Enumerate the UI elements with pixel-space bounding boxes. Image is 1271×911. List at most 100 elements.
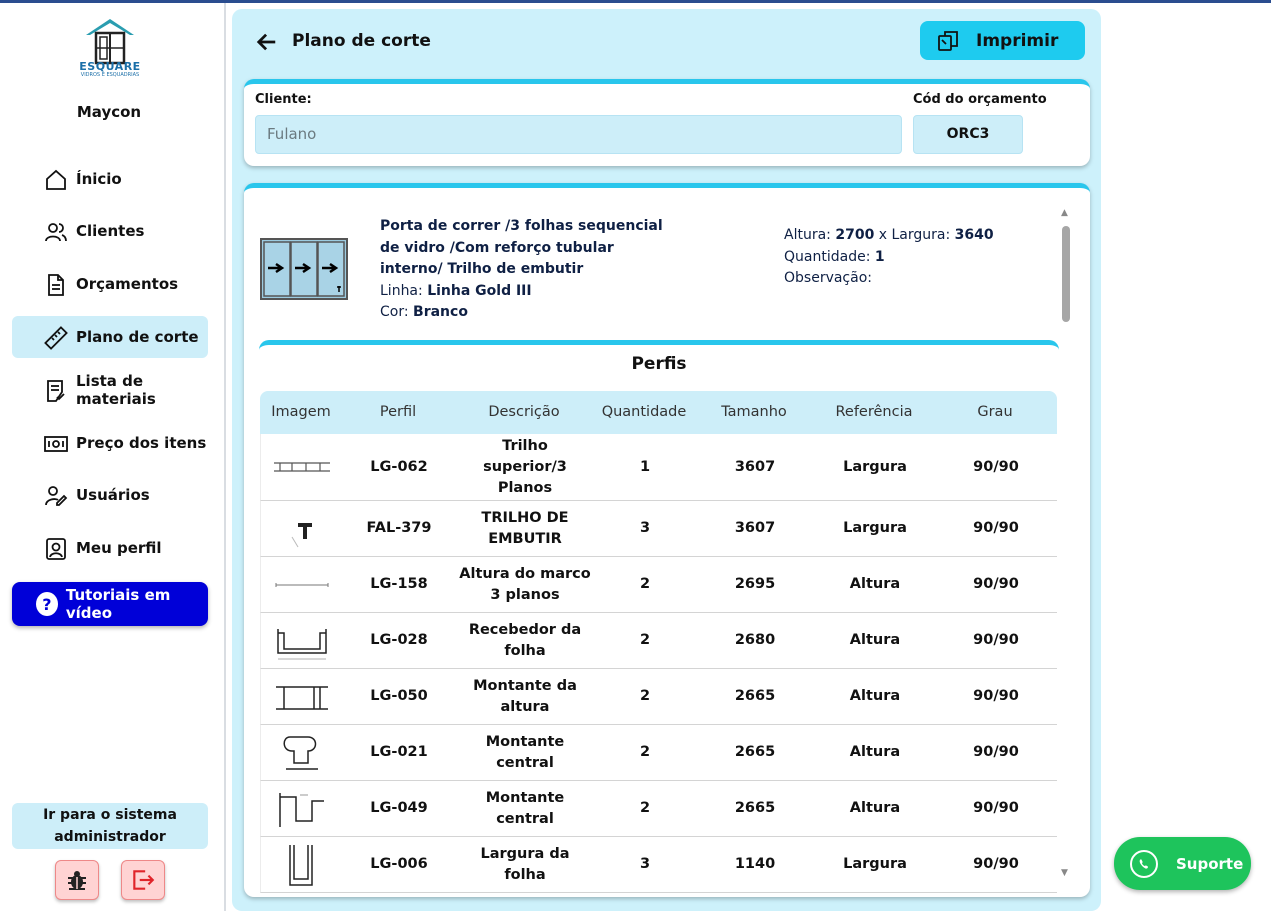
support-label: Suporte xyxy=(1176,854,1244,873)
product-description: Porta de correr /3 folhas sequencial de … xyxy=(380,216,680,324)
client-label: Cliente: xyxy=(255,92,312,107)
profile-fal-379-icon xyxy=(261,501,343,556)
cell-descricao: Trilho superior/3 Planos xyxy=(455,434,595,500)
cell-quantidade: 2 xyxy=(639,800,651,816)
client-field[interactable]: Fulano xyxy=(255,115,902,154)
page-title: Plano de corte xyxy=(292,31,431,51)
cell-descricao: Altura do marco 3 planos xyxy=(455,557,595,612)
profile-lg-021-icon xyxy=(261,725,343,780)
brand-tagline: VIDROS E ESQUADRIAS xyxy=(80,72,140,78)
cell-descricao-line: 3 planos xyxy=(490,586,560,603)
cell-tamanho: 2680 xyxy=(734,632,776,648)
cell-grau: 90/90 xyxy=(973,688,1019,704)
document-icon xyxy=(48,274,64,296)
column-header: Tamanho xyxy=(721,404,787,420)
table-row: LG-158 Altura do marco 3 planos 2 2695 Altura… xyxy=(260,557,1057,613)
cell-quantidade: 2 xyxy=(639,632,651,648)
admin-system-link[interactable]: Ir para o sistema administrador xyxy=(12,803,208,849)
sidebar-item-label: Preço dos itens xyxy=(76,434,207,452)
cell-referencia: Altura xyxy=(849,632,901,648)
table-row: FAL-379 TRILHO DE EMBUTIR 3 3607 Largura 90/90 xyxy=(260,501,1057,557)
scroll-up-arrow[interactable]: ▲ xyxy=(1061,208,1068,218)
cell-descricao-line: central xyxy=(496,810,554,827)
sidebar-item-lista-de-materiais[interactable]: Lista de materiais xyxy=(12,369,208,411)
profile-lg-050-icon xyxy=(261,669,343,724)
cell-referencia: Altura xyxy=(849,744,901,760)
cell-referencia: Altura xyxy=(849,576,901,592)
cell-grau: 90/90 xyxy=(973,800,1019,816)
bug-icon xyxy=(68,871,86,890)
cell-perfil: LG-028 xyxy=(370,632,428,648)
cell-perfil: LG-062 xyxy=(370,458,428,475)
sidebar-item-label: Ínicio xyxy=(76,170,122,188)
column-header: Imagem xyxy=(271,404,331,420)
sidebar: ESQUARE VIDROS E ESQUADRIAS Maycon Ínici… xyxy=(0,3,226,911)
table-row: LG-028 Recebedor da folha 2 2680 Altura 90/90 xyxy=(260,613,1057,669)
sidebar-item-meu-perfil[interactable]: Meu perfil xyxy=(12,527,208,569)
sidebar-item-clientes[interactable]: Clientes xyxy=(12,210,208,252)
column-header: Referência xyxy=(835,404,913,420)
back-arrow-icon[interactable] xyxy=(256,31,278,53)
product-size: Altura: 2700 x Largura: 3640 xyxy=(784,227,994,243)
cell-quantidade: 2 xyxy=(639,576,651,592)
cell-descricao-line: Largura da xyxy=(480,845,570,862)
cell-perfil: LG-006 xyxy=(370,856,428,872)
question-icon: ? xyxy=(36,592,58,616)
sidebar-item-orcamentos[interactable]: Orçamentos xyxy=(12,263,208,305)
logout-button[interactable] xyxy=(121,860,165,900)
table-row: LG-050 Montante da altura 2 2665 Altura 90/90 xyxy=(260,669,1057,725)
cell-referencia: Largura xyxy=(843,520,907,536)
sidebar-item-preco-dos-itens[interactable]: Preço dos itens xyxy=(12,422,208,464)
cell-descricao: Recebedor da folha xyxy=(455,613,595,668)
cell-referencia: Largura xyxy=(843,856,907,872)
report-bug-button[interactable] xyxy=(55,860,99,900)
cell-grau: 90/90 xyxy=(973,632,1019,648)
profile-lg-062-icon xyxy=(261,434,343,500)
scrollbar-thumb[interactable] xyxy=(1062,226,1070,322)
sidebar-item-label: Meu perfil xyxy=(76,539,162,557)
sidebar-item-label: Usuários xyxy=(76,486,150,504)
cell-perfil: LG-021 xyxy=(370,744,428,760)
profile-lg-158-icon xyxy=(261,557,343,612)
cell-tamanho: 2665 xyxy=(734,800,776,816)
product-observation: Observação: xyxy=(784,270,872,286)
cell-tamanho: 2695 xyxy=(734,576,776,592)
logout-icon xyxy=(133,870,155,890)
column-header: Descrição xyxy=(488,404,560,420)
cell-descricao-line: EMBUTIR xyxy=(488,530,562,547)
profile-lg-006-icon xyxy=(261,837,343,892)
ruler-icon xyxy=(44,326,68,350)
client-card: Cliente: Fulano Cód do orçamento ORC3 xyxy=(244,79,1090,166)
cell-descricao-line: superior/3 xyxy=(483,458,567,475)
sidebar-item-usuarios[interactable]: Usuários xyxy=(12,474,208,516)
cell-perfil: FAL-379 xyxy=(366,520,432,536)
whatsapp-icon xyxy=(1130,849,1158,878)
cell-descricao: Montante central xyxy=(455,781,595,836)
cell-perfil: LG-049 xyxy=(370,800,428,816)
cut-plan-card: Porta de correr /3 folhas sequencial de … xyxy=(244,183,1090,897)
tutorial-video-button[interactable]: ? Tutoriais em vídeo xyxy=(12,582,208,626)
product-title-line: de vidro /Com reforço tubular xyxy=(380,239,614,256)
sidebar-item-inicio[interactable]: Ínicio xyxy=(12,158,208,200)
cell-quantidade: 2 xyxy=(639,688,651,704)
budget-code-field[interactable]: ORC3 xyxy=(913,115,1023,154)
home-icon xyxy=(46,169,66,190)
product-title-line: interno/ Trilho de embutir xyxy=(380,261,584,277)
cell-perfil: LG-158 xyxy=(370,576,428,592)
table-row: LG-006 Largura da folha 3 1140 Largura 90/90 xyxy=(260,837,1057,893)
sidebar-item-label: Orçamentos xyxy=(76,275,179,293)
perfis-title: Perfis xyxy=(631,354,687,374)
sliding-door-icon xyxy=(260,238,348,300)
username: Maycon xyxy=(76,103,142,121)
cell-descricao: Largura da folha xyxy=(455,837,595,892)
cell-perfil: LG-050 xyxy=(370,688,428,704)
cell-grau: 90/90 xyxy=(973,520,1019,536)
cell-grau: 90/90 xyxy=(973,458,1019,475)
print-button[interactable]: Imprimir xyxy=(920,21,1085,60)
sidebar-item-plano-de-corte[interactable]: Plano de corte xyxy=(12,316,208,358)
sidebar-item-label: Plano de corte xyxy=(76,328,199,346)
support-button[interactable]: Suporte xyxy=(1114,837,1251,890)
cell-descricao-line: Trilho xyxy=(502,437,548,454)
scroll-down-arrow[interactable]: ▼ xyxy=(1061,868,1068,878)
user-edit-icon xyxy=(45,486,68,506)
